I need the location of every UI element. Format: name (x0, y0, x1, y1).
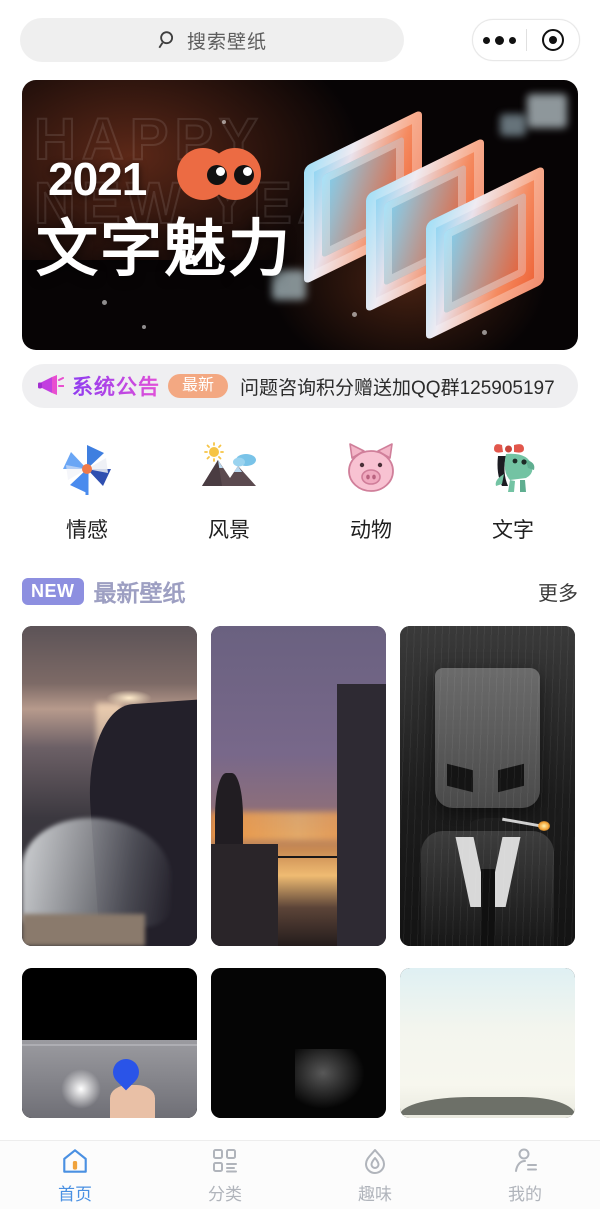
grid-category-icon (211, 1146, 239, 1176)
pale-sky-wallpaper[interactable] (400, 968, 575, 1118)
notice-section: 系统公告 最新 问题咨询积分赠送加QQ群125905197 (0, 350, 600, 408)
spark-particle (482, 330, 487, 335)
home-icon (60, 1146, 90, 1176)
spark-particle (142, 325, 146, 329)
target-circle-icon[interactable] (527, 29, 580, 51)
tab-profile[interactable]: 我的 (450, 1141, 600, 1209)
announcement-text: 问题咨询积分赠送加QQ群125905197 (240, 377, 555, 399)
category-label: 风景 (208, 519, 250, 542)
more-link[interactable]: 更多 (538, 577, 578, 606)
spark-particle (102, 300, 107, 305)
tab-home[interactable]: 首页 (0, 1141, 150, 1209)
category-item-emotion[interactable]: 情感 (16, 438, 158, 544)
category-label: 动物 (350, 519, 392, 542)
bottom-tab-bar: 首页 分类 趣味 我的 (0, 1140, 600, 1209)
city-sunset-wallpaper[interactable] (211, 626, 386, 946)
coastal-sunset-wallpaper[interactable] (22, 626, 197, 946)
more-dots-icon[interactable] (473, 35, 526, 45)
dinosaur-icon (482, 438, 544, 500)
search-icon (157, 29, 179, 51)
promo-banner[interactable]: HAPPY NEW YEAR 2021 文字魅力 (22, 80, 578, 350)
tab-label: 我的 (508, 1184, 542, 1204)
new-badge: NEW (22, 577, 84, 605)
search-placeholder: 搜索壁纸 (186, 31, 267, 53)
pinwheel-icon (56, 438, 118, 500)
announcement-badge: 最新 (168, 374, 229, 398)
banner-title: 文字魅力 (36, 215, 293, 284)
tab-label: 趣味 (358, 1184, 392, 1204)
section-header-latest: NEW 最新壁纸 更多 (0, 556, 600, 618)
tab-fun[interactable]: 趣味 (300, 1141, 450, 1209)
banner-section: HAPPY NEW YEAR 2021 文字魅力 (0, 80, 600, 350)
search-input[interactable]: 搜索壁纸 (20, 18, 404, 62)
tab-category[interactable]: 分类 (150, 1141, 300, 1209)
wallpaper-grid-row-2 (0, 960, 600, 1118)
section-title: 最新壁纸 (93, 580, 186, 606)
category-item-scenery[interactable]: 风景 (158, 438, 300, 544)
category-label: 情感 (66, 519, 108, 542)
paperbag-man-wallpaper[interactable] (400, 626, 575, 946)
tab-label: 首页 (58, 1184, 92, 1204)
category-shortcuts: 情感 风景 动物 文字 (0, 408, 600, 556)
tab-label: 分类 (208, 1184, 242, 1204)
top-bar: 搜索壁纸 (0, 0, 600, 80)
megaphone-icon (36, 374, 65, 398)
dark-night-wallpaper[interactable] (211, 968, 386, 1118)
person-icon (511, 1146, 539, 1176)
banner-eyes-icon (177, 148, 261, 200)
flame-icon (361, 1146, 389, 1176)
wallpaper-grid-row-1 (0, 618, 600, 946)
system-announcement-bar[interactable]: 系统公告 最新 问题咨询积分赠送加QQ群125905197 (22, 364, 578, 408)
category-item-animal[interactable]: 动物 (300, 438, 442, 544)
mountain-icon (198, 438, 260, 500)
category-label: 文字 (492, 519, 534, 542)
category-item-text[interactable]: 文字 (442, 438, 584, 544)
blue-heart-wallpaper[interactable] (22, 968, 197, 1118)
miniprogram-capsule[interactable] (472, 19, 580, 61)
app-screen: 搜索壁纸 HAPPY NEW YEAR 2021 文字魅力 系统公告 最新 问题… (0, 0, 600, 1209)
announcement-title: 系统公告 (72, 371, 160, 401)
banner-3d-letters (304, 109, 544, 341)
pig-face-icon (340, 438, 402, 500)
